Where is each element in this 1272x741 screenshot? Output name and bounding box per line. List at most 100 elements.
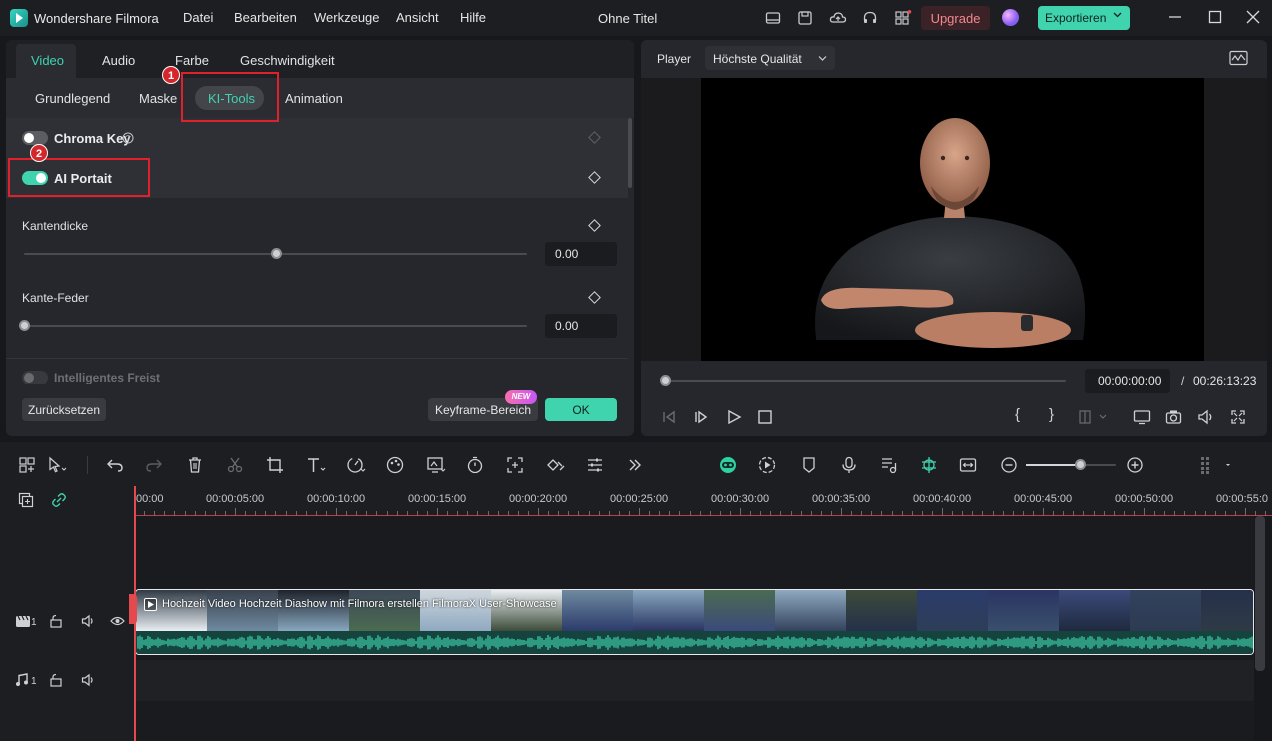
export-button[interactable]: Exportieren xyxy=(1038,6,1130,30)
clip-thumbnail xyxy=(917,590,988,631)
track-volume-icon[interactable] xyxy=(81,673,96,687)
current-time[interactable]: 00:00:00:00 xyxy=(1085,369,1170,393)
title-bar: Wondershare Filmora Datei Bearbeiten Wer… xyxy=(0,0,1272,36)
ok-button[interactable]: OK xyxy=(545,398,617,421)
color-palette-icon[interactable] xyxy=(386,456,404,474)
microphone-icon[interactable] xyxy=(840,456,858,474)
marker-icon[interactable] xyxy=(800,456,818,474)
volume-icon[interactable] xyxy=(1197,409,1215,425)
camera-icon[interactable] xyxy=(1165,409,1182,425)
ruler-tick-label: 00:00:30:00 xyxy=(711,493,770,505)
smart-cutout-toggle[interactable] xyxy=(22,371,48,384)
ruler-tick-label: 00:00:10:00 xyxy=(307,493,366,505)
previous-frame-icon[interactable] xyxy=(661,409,677,425)
play-icon[interactable] xyxy=(726,409,742,425)
save-icon[interactable] xyxy=(797,10,813,26)
tab-color[interactable]: Farbe xyxy=(175,53,209,68)
playback-progress[interactable] xyxy=(665,380,1066,382)
keyframe-path-icon[interactable] xyxy=(545,456,565,474)
minimize-icon[interactable] xyxy=(1168,10,1182,24)
close-icon[interactable] xyxy=(1246,10,1260,24)
ai-mate-icon[interactable] xyxy=(718,456,738,474)
headset-icon[interactable] xyxy=(862,10,878,26)
reset-button[interactable]: Zurücksetzen xyxy=(22,398,106,421)
edge-thickness-value[interactable]: 0.00 xyxy=(545,242,617,266)
adjust-sliders-icon[interactable] xyxy=(586,456,604,474)
crop-icon[interactable] xyxy=(266,456,284,474)
chroma-key-toggle[interactable] xyxy=(22,131,48,145)
menu-hilfe[interactable]: Hilfe xyxy=(460,10,486,25)
playhead-handle[interactable] xyxy=(129,594,137,624)
auto-reframe-icon[interactable] xyxy=(506,456,524,474)
next-frame-icon[interactable] xyxy=(693,409,709,425)
menu-werkzeuge[interactable]: Werkzeuge xyxy=(314,10,380,25)
zoom-slider-knob[interactable] xyxy=(1075,459,1086,470)
ruler-tick-label: 00:00:55:0 xyxy=(1216,493,1268,505)
render-preview-icon[interactable] xyxy=(758,456,776,474)
menu-bearbeiten[interactable]: Bearbeiten xyxy=(234,10,297,25)
ruler-tick-label: 00:00:35:00 xyxy=(812,493,871,505)
clip-thumbnail xyxy=(633,590,704,631)
ruler-tick-label: 00:00 xyxy=(136,493,164,505)
clip-title-3: FilmoraX User-Showcase xyxy=(432,598,557,610)
zoom-out-icon[interactable] xyxy=(1000,456,1018,474)
timeline-settings-icon[interactable] xyxy=(1198,456,1234,474)
display-icon[interactable] xyxy=(1133,409,1151,425)
panel-scrollbar[interactable] xyxy=(628,118,632,188)
apps-grid-icon[interactable] xyxy=(894,10,912,26)
subtab-animation[interactable]: Animation xyxy=(285,91,343,106)
lock-icon[interactable] xyxy=(49,673,63,687)
grid-layout-icon[interactable] xyxy=(18,456,36,474)
zoom-in-icon[interactable] xyxy=(1126,456,1144,474)
tab-audio[interactable]: Audio xyxy=(102,53,135,68)
add-track-icon[interactable] xyxy=(18,492,34,508)
snapshot-split-icon[interactable] xyxy=(1078,409,1108,425)
redo-icon[interactable] xyxy=(145,456,163,474)
ai-image-icon[interactable] xyxy=(426,456,446,474)
cut-icon[interactable] xyxy=(226,456,244,474)
maximize-icon[interactable] xyxy=(1208,10,1222,24)
edge-feather-value[interactable]: 0.00 xyxy=(545,314,617,338)
select-tool-icon[interactable] xyxy=(47,456,67,474)
lock-icon[interactable] xyxy=(49,614,63,628)
stop-icon[interactable] xyxy=(758,410,772,424)
more-tools-icon[interactable] xyxy=(626,456,644,474)
timeline-ruler[interactable]: 00:00 00:00:05:00 00:00:10:00 00:00:15:00 00… xyxy=(134,486,1272,516)
video-preview[interactable] xyxy=(701,78,1204,361)
text-icon[interactable] xyxy=(306,456,326,474)
speed-icon[interactable] xyxy=(346,456,366,474)
menu-datei[interactable]: Datei xyxy=(183,10,213,25)
clip-thumbnail xyxy=(1201,590,1253,631)
delete-icon[interactable] xyxy=(186,456,204,474)
timeline-vertical-scrollbar[interactable] xyxy=(1255,516,1265,671)
waveform-view-icon[interactable] xyxy=(1229,50,1248,66)
edge-feather-slider-knob[interactable] xyxy=(19,320,30,331)
subtab-mask[interactable]: Maske xyxy=(139,91,177,106)
eye-icon[interactable] xyxy=(110,614,125,628)
smart-cutout-row: Intelligentes Freist xyxy=(6,366,628,384)
undo-icon[interactable] xyxy=(106,456,124,474)
playback-progress-knob[interactable] xyxy=(660,375,671,386)
avatar[interactable] xyxy=(1002,9,1019,26)
snap-icon[interactable] xyxy=(920,456,938,474)
layout-icon[interactable] xyxy=(765,10,781,26)
video-clip[interactable]: Hochzeit Video Hochzeit Diashow mit Film… xyxy=(135,589,1254,655)
edge-feather-slider[interactable] xyxy=(24,325,527,327)
fullscreen-icon[interactable] xyxy=(1230,409,1246,425)
mark-out-icon[interactable]: } xyxy=(1049,406,1054,423)
track-volume-icon[interactable] xyxy=(81,614,96,628)
edge-thickness-slider-knob[interactable] xyxy=(270,248,282,259)
menu-ansicht[interactable]: Ansicht xyxy=(396,10,439,25)
cloud-upload-icon[interactable] xyxy=(829,10,847,26)
tab-speed[interactable]: Geschwindigkeit xyxy=(240,53,335,68)
help-icon[interactable]: ? xyxy=(122,132,134,144)
timer-icon[interactable] xyxy=(466,456,484,474)
upgrade-button[interactable]: Upgrade xyxy=(921,6,990,30)
tab-video[interactable]: Video xyxy=(31,53,64,68)
picture-in-picture-icon[interactable] xyxy=(959,456,977,474)
link-icon[interactable] xyxy=(51,492,67,508)
quality-dropdown[interactable]: Höchste Qualität xyxy=(705,46,835,70)
audio-list-icon[interactable] xyxy=(880,456,898,474)
subtab-basic[interactable]: Grundlegend xyxy=(35,91,110,106)
mark-in-icon[interactable]: { xyxy=(1015,406,1020,423)
